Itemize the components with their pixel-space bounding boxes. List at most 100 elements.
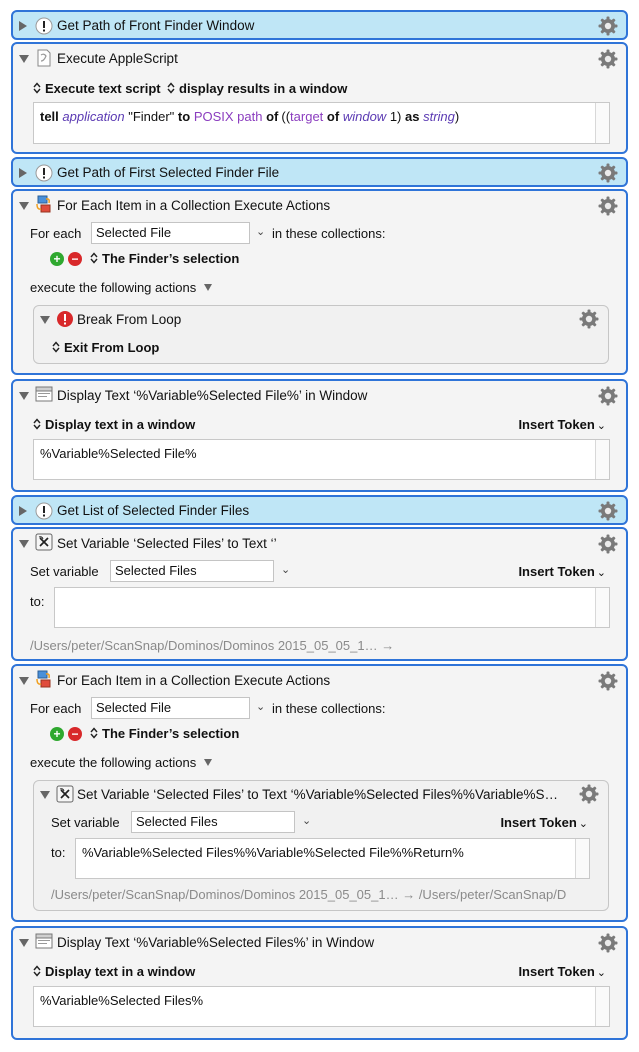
chevron-down-icon[interactable]: ⌄: [256, 700, 265, 714]
script-token: tell: [40, 109, 59, 124]
comment-icon: [35, 164, 53, 182]
disclosure-triangle-icon[interactable]: [19, 21, 27, 31]
action-title: Get Path of Front Finder Window: [57, 18, 255, 33]
gear-icon[interactable]: [598, 16, 618, 36]
updown-arrows-icon: [33, 418, 41, 430]
disclosure-triangle-icon[interactable]: [40, 791, 50, 799]
nested-action-break-from-loop[interactable]: Break From Loop Exit From Loop: [33, 305, 609, 364]
stop-icon: [56, 310, 74, 328]
disclosure-triangle-icon[interactable]: [19, 202, 29, 210]
updown-arrows-icon: [90, 252, 98, 264]
variable-name-field[interactable]: Selected File: [91, 697, 250, 719]
execute-actions-label: execute the following actions: [30, 755, 213, 771]
gear-icon[interactable]: [598, 163, 618, 183]
scrollbar[interactable]: [595, 987, 609, 1026]
collections-label: in these collections:: [272, 701, 386, 716]
variable-name-field[interactable]: Selected Files: [110, 560, 274, 582]
execute-actions-label: execute the following actions: [30, 280, 213, 296]
gear-icon[interactable]: [579, 784, 599, 804]
insert-token-menu[interactable]: Insert Token ⌄: [500, 815, 588, 832]
updown-arrows-icon: [33, 965, 41, 977]
script-token: of: [266, 109, 279, 124]
display-text-area[interactable]: %Variable%Selected Files%: [33, 986, 610, 1027]
chevron-down-icon[interactable]: ⌄: [256, 225, 265, 239]
scrollbar[interactable]: [575, 839, 589, 878]
action-title: Execute AppleScript: [57, 51, 178, 66]
variable-icon: [35, 533, 53, 551]
insert-token-menu[interactable]: Insert Token ⌄: [518, 564, 606, 581]
result-preview: /Users/peter/ScanSnap/Dominos/Dominos 20…: [30, 638, 395, 653]
action-get-path-first-selected-file[interactable]: Get Path of First Selected Finder File: [11, 157, 628, 187]
gear-icon[interactable]: [579, 309, 599, 329]
chevron-down-icon[interactable]: [204, 284, 213, 291]
action-set-variable-selected-files[interactable]: Set Variable ‘Selected Files’ to Text ‘’…: [11, 527, 628, 661]
disclosure-triangle-icon[interactable]: [19, 677, 29, 685]
for-each-label: For each: [30, 701, 82, 716]
to-label: to:: [30, 594, 45, 609]
to-label: to:: [51, 845, 66, 860]
action-get-path-front-finder-window[interactable]: Get Path of Front Finder Window: [11, 10, 628, 40]
chevron-down-icon[interactable]: [204, 759, 213, 766]
variable-value-text-area[interactable]: [54, 587, 610, 628]
updown-arrows-icon: [52, 341, 60, 353]
script-token: 1): [389, 109, 402, 124]
variable-name-field[interactable]: Selected File: [91, 222, 250, 244]
disclosure-triangle-icon[interactable]: [19, 939, 29, 947]
insert-token-menu[interactable]: Insert Token ⌄: [518, 964, 606, 981]
action-display-text-selected-file[interactable]: Display Text ‘%Variable%Selected File%’ …: [11, 379, 628, 492]
disclosure-triangle-icon[interactable]: [19, 506, 27, 516]
set-variable-label: Set variable: [51, 815, 120, 830]
action-title: Set Variable ‘Selected Files’ to Text ‘’: [57, 536, 277, 551]
action-title: Get Path of First Selected Finder File: [57, 165, 280, 180]
disclosure-triangle-icon[interactable]: [19, 540, 29, 548]
action-get-list-selected-files[interactable]: Get List of Selected Finder Files: [11, 495, 628, 525]
disclosure-triangle-icon[interactable]: [19, 168, 27, 178]
display-text-value: %Variable%Selected File%: [40, 446, 197, 461]
disclosure-triangle-icon[interactable]: [40, 316, 50, 324]
action-for-each-item[interactable]: For Each Item in a Collection Execute Ac…: [11, 189, 628, 375]
gear-icon[interactable]: [598, 196, 618, 216]
chevron-down-icon[interactable]: ⌄: [281, 563, 290, 577]
collection-popup[interactable]: The Finder’s selection: [90, 726, 239, 742]
action-title: For Each Item in a Collection Execute Ac…: [57, 198, 331, 213]
scrollbar[interactable]: [595, 588, 609, 627]
window-icon: [35, 932, 53, 950]
minus-icon[interactable]: −: [68, 727, 82, 741]
variable-icon: [56, 785, 74, 803]
gear-icon[interactable]: [598, 49, 618, 69]
action-execute-applescript[interactable]: Execute AppleScript Execute text script …: [11, 42, 628, 154]
variable-value-text-area[interactable]: %Variable%Selected Files%%Variable%Selec…: [75, 838, 590, 879]
script-token: to: [177, 109, 191, 124]
action-for-each-item-2[interactable]: For Each Item in a Collection Execute Ac…: [11, 664, 628, 922]
display-text-area[interactable]: %Variable%Selected File%: [33, 439, 610, 480]
insert-token-menu[interactable]: Insert Token ⌄: [518, 417, 606, 434]
for-each-icon: [35, 195, 53, 213]
disclosure-triangle-icon[interactable]: [19, 55, 29, 63]
gear-icon[interactable]: [598, 933, 618, 953]
gear-icon[interactable]: [598, 386, 618, 406]
results-mode-popup[interactable]: display results in a window: [167, 81, 347, 97]
plus-icon[interactable]: +: [50, 252, 64, 266]
gear-icon[interactable]: [598, 671, 618, 691]
scrollbar[interactable]: [595, 103, 609, 143]
chevron-down-icon[interactable]: ⌄: [302, 814, 311, 828]
break-mode-popup[interactable]: Exit From Loop: [52, 340, 159, 356]
action-display-text-selected-files[interactable]: Display Text ‘%Variable%Selected Files%’…: [11, 926, 628, 1040]
nested-action-set-variable[interactable]: Set Variable ‘Selected Files’ to Text ‘%…: [33, 780, 609, 911]
execute-mode-popup[interactable]: Execute text script: [33, 81, 161, 97]
script-token: window: [342, 109, 387, 124]
collection-popup[interactable]: The Finder’s selection: [90, 251, 239, 267]
display-mode-popup[interactable]: Display text in a window: [33, 417, 195, 433]
variable-name-field[interactable]: Selected Files: [131, 811, 295, 833]
plus-icon[interactable]: +: [50, 727, 64, 741]
minus-icon[interactable]: −: [68, 252, 82, 266]
script-text-area[interactable]: tell application "Finder" to POSIX path …: [33, 102, 610, 144]
scrollbar[interactable]: [595, 440, 609, 479]
action-title: Display Text ‘%Variable%Selected Files%’…: [57, 935, 375, 950]
window-icon: [35, 385, 53, 403]
disclosure-triangle-icon[interactable]: [19, 392, 29, 400]
for-each-label: For each: [30, 226, 82, 241]
display-mode-popup[interactable]: Display text in a window: [33, 964, 195, 980]
gear-icon[interactable]: [598, 501, 618, 521]
gear-icon[interactable]: [598, 534, 618, 554]
